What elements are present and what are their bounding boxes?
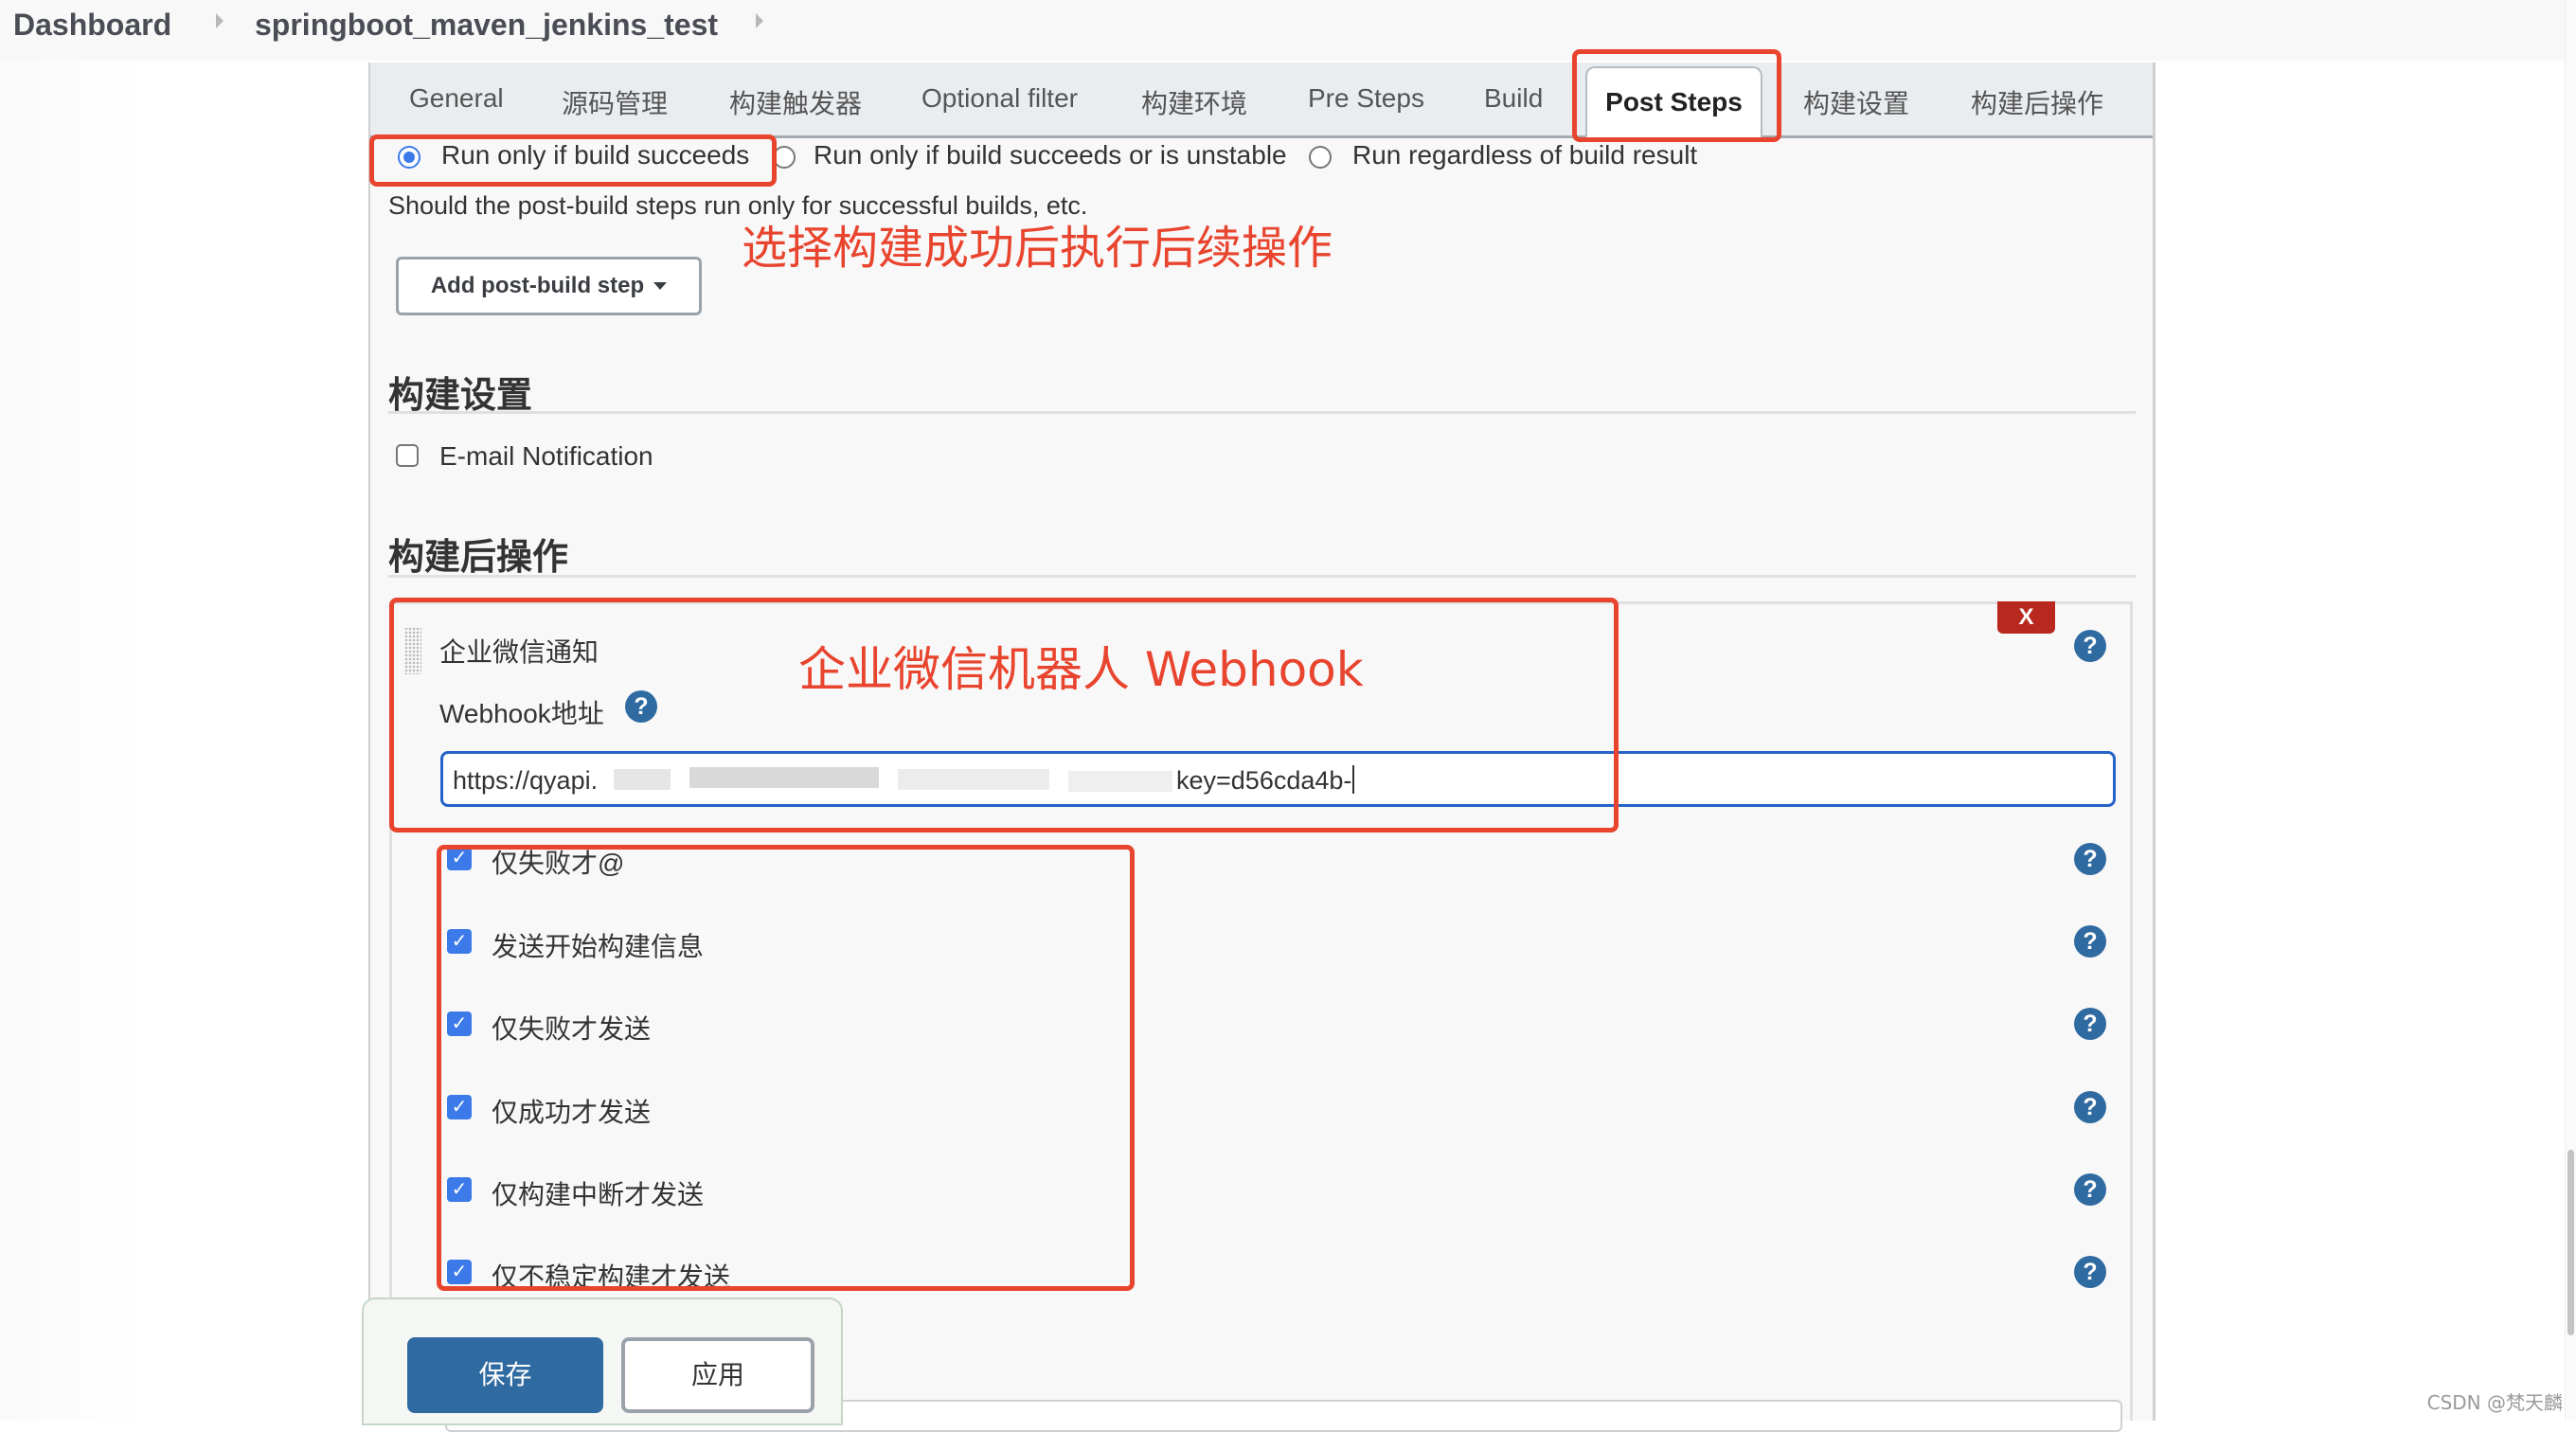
- drag-handle-icon[interactable]: [404, 627, 421, 674]
- webhook-label: Webhook地址: [439, 699, 604, 728]
- option-label-aborted-only[interactable]: 仅构建中断才发送: [492, 1174, 704, 1212]
- webhook-help-icon[interactable]: ?: [625, 690, 657, 723]
- annotation-post-steps-note: 选择构建成功后执行后续操作: [742, 222, 1333, 275]
- option-label-at-on-failure[interactable]: 仅失败才@: [492, 843, 624, 881]
- help-icon[interactable]: ?: [2074, 843, 2106, 875]
- add-post-build-step-button[interactable]: Add post-build step: [396, 257, 702, 315]
- delete-section-button[interactable]: X: [1997, 601, 2055, 634]
- breadcrumb-project[interactable]: springboot_maven_jenkins_test: [255, 8, 718, 43]
- breadcrumb-chevron-icon: [216, 13, 224, 28]
- option-checkbox-send-start[interactable]: ✓: [447, 929, 472, 954]
- tab-general[interactable]: General: [409, 83, 504, 114]
- email-notification-checkbox[interactable]: [396, 444, 419, 467]
- breadcrumb-dashboard[interactable]: Dashboard: [13, 8, 171, 43]
- webhook-url-input[interactable]: https://qyapi. key=d56cda4b-: [440, 751, 2116, 807]
- tab-post-steps-label: Post Steps: [1605, 87, 1743, 116]
- tab-build-triggers[interactable]: 构建触发器: [729, 83, 862, 121]
- webhook-url-suffix: key=d56cda4b-: [1176, 766, 1352, 795]
- redacted-text: [689, 767, 879, 788]
- wechat-section-title: 企业微信通知: [439, 637, 599, 667]
- tab-pre-steps[interactable]: Pre Steps: [1308, 83, 1424, 114]
- radio-run-regardless-label[interactable]: Run regardless of build result: [1352, 140, 1697, 170]
- radio-run-if-success[interactable]: [398, 146, 420, 169]
- option-label-send-start[interactable]: 发送开始构建信息: [492, 926, 704, 964]
- option-checkbox-at-on-failure[interactable]: ✓: [447, 846, 472, 870]
- option-label-failure-only[interactable]: 仅失败才发送: [492, 1009, 651, 1047]
- sidebar-area: [0, 61, 368, 1421]
- watermark: CSDN @梵天麟: [2426, 1391, 2563, 1414]
- option-checkbox-failure-only[interactable]: ✓: [447, 1011, 472, 1036]
- divider: [388, 411, 2136, 414]
- divider: [388, 575, 2136, 578]
- build-settings-heading: 构建设置: [388, 376, 533, 416]
- tab-build-environment[interactable]: 构建环境: [1141, 83, 1247, 121]
- option-checkbox-unstable-only[interactable]: ✓: [447, 1260, 472, 1284]
- post-build-heading: 构建后操作: [388, 538, 569, 578]
- radio-run-if-success-or-unstable[interactable]: [773, 146, 796, 169]
- help-icon[interactable]: ?: [2074, 925, 2106, 958]
- radio-run-if-success-label[interactable]: Run only if build succeeds: [441, 140, 749, 170]
- help-icon[interactable]: ?: [2074, 630, 2106, 662]
- tab-post-build-actions[interactable]: 构建后操作: [1971, 83, 2103, 121]
- option-checkbox-success-only[interactable]: ✓: [447, 1095, 472, 1119]
- help-icon[interactable]: ?: [2074, 1008, 2106, 1040]
- tab-source-code[interactable]: 源码管理: [562, 83, 668, 121]
- apply-button[interactable]: 应用: [621, 1337, 814, 1413]
- help-icon[interactable]: ?: [2074, 1091, 2106, 1123]
- help-icon[interactable]: ?: [2074, 1256, 2106, 1288]
- radio-run-regardless[interactable]: [1309, 146, 1332, 169]
- breadcrumb-chevron-icon[interactable]: [756, 13, 763, 28]
- redacted-text: [614, 769, 671, 790]
- help-icon[interactable]: ?: [2074, 1173, 2106, 1206]
- tab-build[interactable]: Build: [1484, 83, 1543, 114]
- tab-post-steps[interactable]: Post Steps: [1585, 66, 1762, 139]
- dropdown-caret-icon: [653, 282, 668, 290]
- text-cursor: [1352, 765, 1354, 794]
- webhook-url-prefix: https://qyapi.: [453, 766, 599, 795]
- add-post-build-step-label: Add post-build step: [430, 273, 645, 298]
- email-notification-label[interactable]: E-mail Notification: [439, 441, 653, 472]
- scrollbar-thumb[interactable]: [2567, 1150, 2574, 1335]
- radio-run-if-success-or-unstable-label[interactable]: Run only if build succeeds or is unstabl…: [814, 140, 1287, 170]
- redacted-text: [1068, 771, 1172, 792]
- option-checkbox-aborted-only[interactable]: ✓: [447, 1177, 472, 1202]
- save-button[interactable]: 保存: [407, 1337, 603, 1413]
- tab-build-settings[interactable]: 构建设置: [1803, 83, 1909, 121]
- tab-optional-filter[interactable]: Optional filter: [921, 83, 1078, 114]
- redacted-text: [898, 769, 1049, 790]
- option-label-unstable-only[interactable]: 仅不稳定构建才发送: [492, 1257, 730, 1295]
- annotation-webhook-note: 企业微信机器人 Webhook: [798, 642, 1364, 697]
- option-label-success-only[interactable]: 仅成功才发送: [492, 1092, 651, 1130]
